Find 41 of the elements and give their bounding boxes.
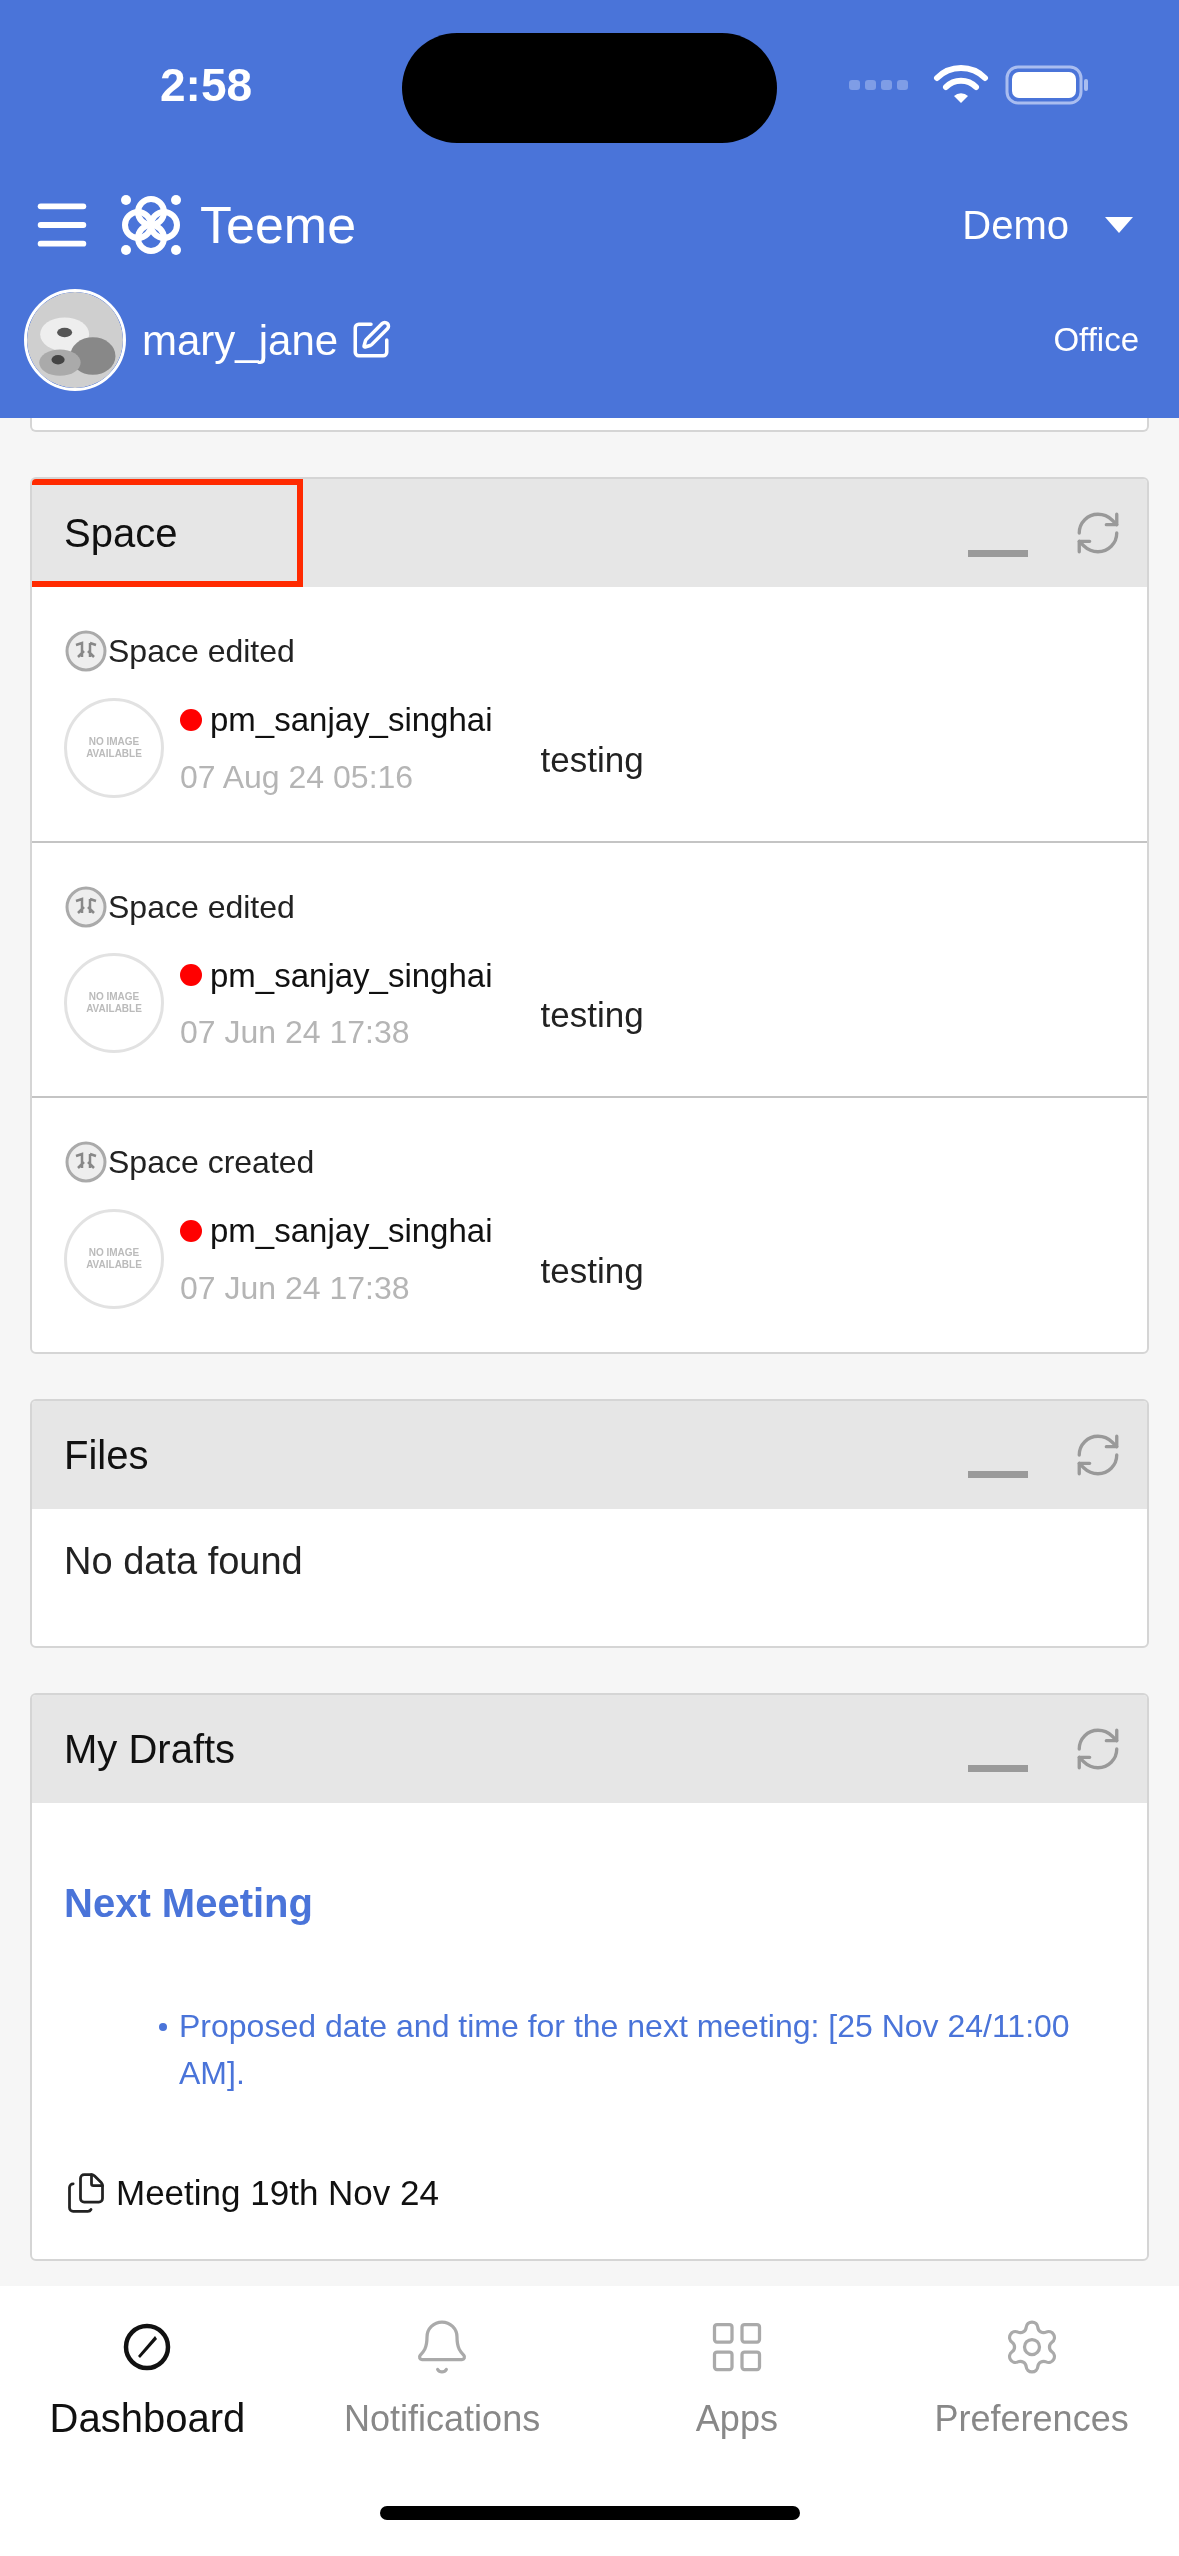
user-name: pm_sanjay_singhai — [210, 1211, 493, 1251]
tab[interactable]: Notifications — [294, 2314, 590, 2466]
caret-icon — [1105, 217, 1133, 233]
no-image-label: NO IMAGE AVAILABLE — [85, 735, 143, 760]
minimize-icon[interactable] — [968, 549, 1028, 557]
user-name: pm_sanjay_singhai — [210, 955, 493, 996]
no-image-label: NO IMAGE AVAILABLE — [85, 1246, 143, 1271]
status-time: 2:58 — [160, 57, 253, 113]
tab[interactable]: Apps — [589, 2314, 885, 2466]
username: mary_jane — [142, 315, 339, 366]
space-icon — [64, 629, 108, 673]
card-title: Space — [32, 479, 304, 587]
logo-icon — [118, 192, 184, 258]
activity-title: Space edited — [108, 887, 295, 927]
user-name: pm_sanjay_singhai — [210, 700, 493, 740]
app-name: Teeme — [200, 195, 357, 256]
draft-bullet-text: Proposed date and time for the next meeting: [25 Nov 24/11:00 AM]. — [179, 2006, 1071, 2093]
space-name: testing — [540, 738, 644, 781]
no-image-label: NO IMAGE AVAILABLE — [85, 991, 143, 1016]
empty-message: No data found — [64, 1539, 303, 1582]
space-icon — [64, 884, 108, 929]
card-title: My Drafts — [63, 1725, 236, 1773]
draft-heading[interactable]: Next Meeting — [64, 1872, 1115, 1933]
compass-icon — [122, 2322, 173, 2372]
activity-time: 07 Jun 24 17:38 — [180, 1268, 411, 1308]
space-name: testing — [540, 994, 644, 1036]
activity-title: Space created — [108, 1143, 315, 1182]
tab[interactable]: Preferences — [884, 2314, 1179, 2466]
document-title[interactable]: Meeting 19th Nov 24 — [116, 2166, 439, 2219]
workspace-dropdown[interactable]: Demo — [962, 195, 1133, 255]
location-label: Office — [1053, 320, 1139, 361]
wifi-icon — [933, 64, 989, 106]
tab[interactable]: Dashboard — [0, 2314, 295, 2466]
activity-title: Space edited — [108, 632, 295, 671]
battery-icon — [1005, 65, 1089, 105]
space-name: testing — [540, 1249, 644, 1292]
signal-icon — [849, 79, 909, 91]
card-title: Files — [63, 1431, 149, 1479]
activity-time: 07 Aug 24 05:16 — [180, 757, 415, 797]
activity-time: 07 Jun 24 17:38 — [180, 1013, 411, 1052]
space-icon — [64, 1140, 108, 1184]
